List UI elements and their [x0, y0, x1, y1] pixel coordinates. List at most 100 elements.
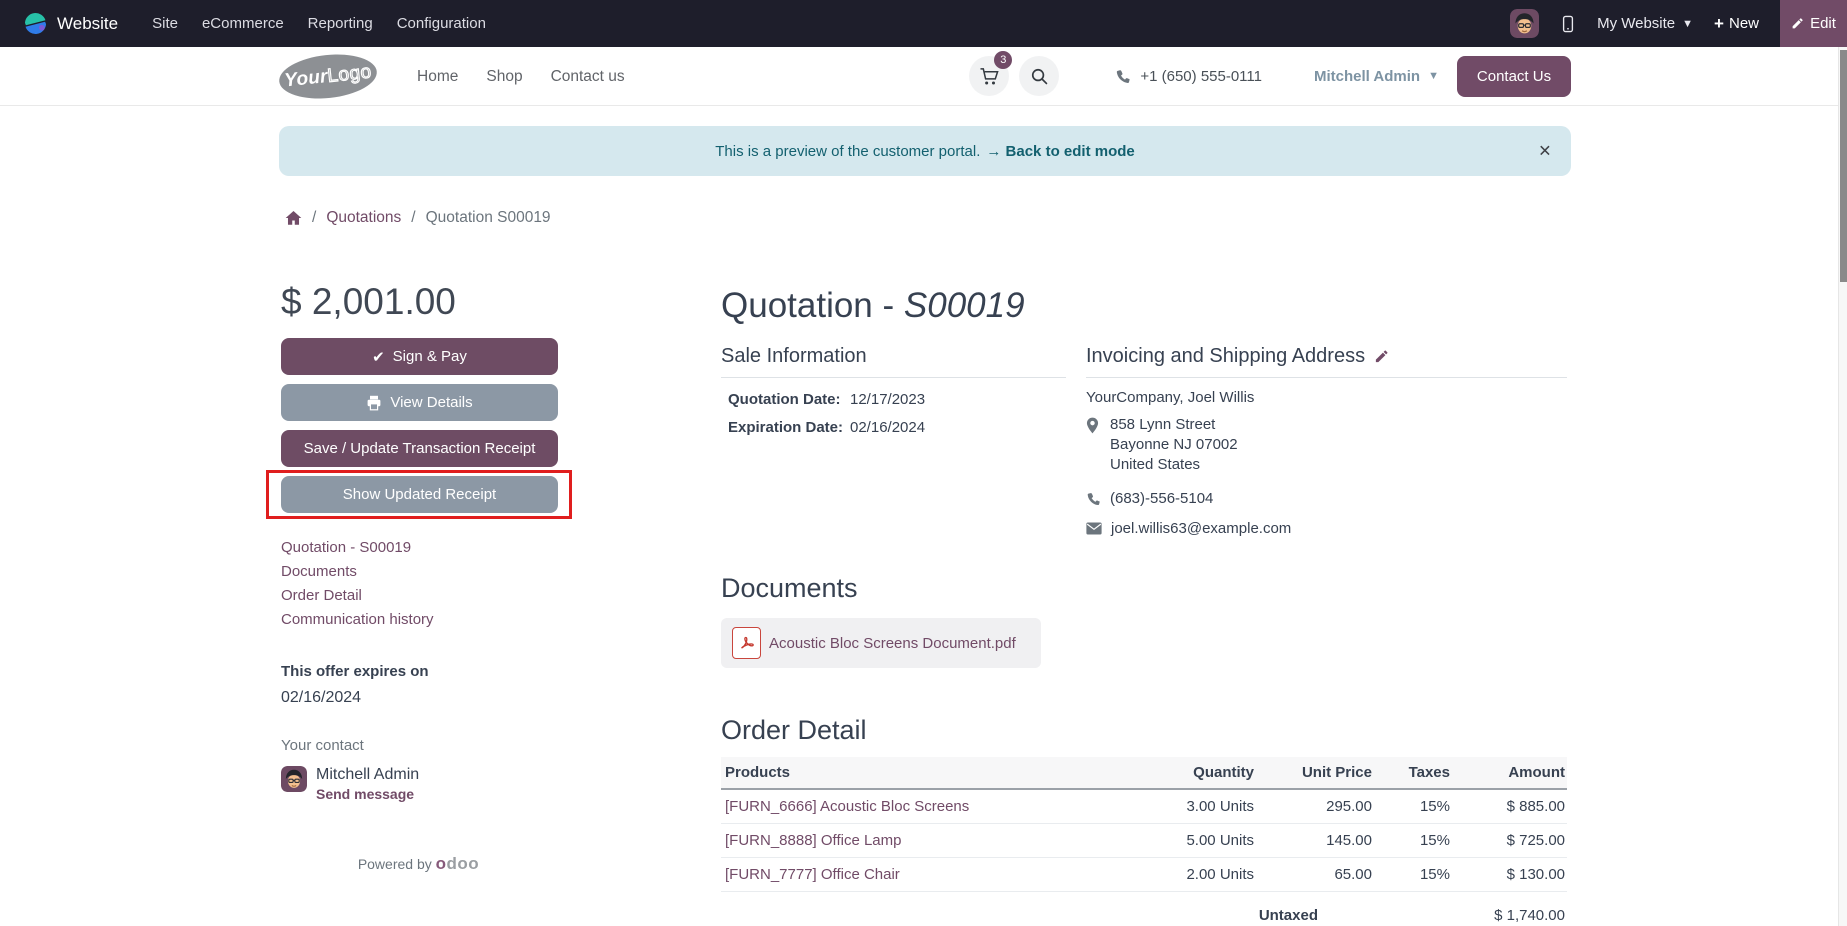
user-avatar[interactable] [1510, 9, 1540, 38]
logo-logo-text: Logo [326, 60, 373, 87]
scrollbar-thumb[interactable] [1840, 50, 1847, 282]
table-header-row: Products Quantity Unit Price Taxes Amoun… [721, 757, 1567, 790]
pencil-icon [1791, 17, 1804, 30]
odoo-logo[interactable]: odoo [436, 854, 480, 873]
product-link[interactable]: [FURN_7777] Office Chair [725, 866, 900, 883]
offer-expiry: This offer expires on 02/16/2024 [281, 663, 558, 707]
invoicing-shipping-heading: Invoicing and Shipping Address [1086, 345, 1366, 367]
quantity-cell: 5.00 Units [1171, 823, 1256, 858]
product-link[interactable]: [FURN_6666] Acoustic Bloc Screens [725, 798, 969, 815]
order-lines-table: Products Quantity Unit Price Taxes Amoun… [721, 757, 1567, 892]
close-icon[interactable]: × [1539, 141, 1551, 162]
quotation-total-amount: $ 2,001.00 [281, 281, 456, 322]
cart-button[interactable]: 3 [969, 51, 1013, 96]
sale-information-heading: Sale Information [721, 345, 1066, 378]
invoicing-shipping-section: Invoicing and Shipping Address YourCompa… [1086, 345, 1567, 537]
sign-and-pay-label: Sign & Pay [392, 348, 467, 365]
site-nav-links: Home Shop Contact us [403, 47, 639, 106]
view-details-label: View Details [390, 394, 473, 411]
chevron-down-icon: ▼ [1682, 17, 1694, 30]
new-button[interactable]: + New [1714, 14, 1759, 34]
page: Website Site eCommerce Reporting Configu… [0, 0, 1847, 926]
menu-reporting[interactable]: Reporting [296, 0, 385, 47]
address-country: United States [1110, 456, 1201, 473]
map-pin-icon [1086, 415, 1101, 475]
check-icon: ✔ [372, 348, 385, 366]
sign-and-pay-button[interactable]: ✔ Sign & Pay [281, 338, 558, 375]
amount-cell: $ 885.00 [1452, 789, 1567, 824]
sidebar-anchor-links: Quotation - S00019 Documents Order Detai… [281, 540, 558, 627]
top-menu: Site eCommerce Reporting Configuration [140, 0, 498, 47]
my-website-label: My Website [1597, 15, 1676, 32]
sidebar-link-quotation[interactable]: Quotation - S00019 [281, 540, 558, 555]
expiration-date-value: 02/16/2024 [850, 419, 926, 436]
site-logo[interactable]: Your Logo [277, 49, 379, 103]
save-update-transaction-receipt-button[interactable]: Save / Update Transaction Receipt [281, 430, 558, 467]
menu-ecommerce[interactable]: eCommerce [190, 0, 296, 47]
show-updated-receipt-button[interactable]: Show Updated Receipt [281, 476, 558, 513]
edit-address-pencil-icon[interactable] [1374, 349, 1389, 364]
edit-button[interactable]: Edit [1780, 0, 1847, 47]
sidebar-link-documents[interactable]: Documents [281, 564, 558, 579]
my-website-dropdown[interactable]: My Website ▼ [1597, 15, 1693, 32]
back-to-edit-mode-link[interactable]: → Back to edit mode [986, 143, 1134, 160]
menu-site[interactable]: Site [140, 0, 190, 47]
untaxed-amount-label: Untaxed Amount [1205, 907, 1318, 926]
menu-configuration[interactable]: Configuration [385, 0, 498, 47]
cart-count-badge: 3 [994, 51, 1013, 69]
breadcrumb-quotations[interactable]: Quotations [326, 209, 401, 227]
header-phone-number: +1 (650) 555-0111 [1140, 67, 1262, 85]
portal-preview-banner: This is a preview of the customer portal… [279, 126, 1571, 176]
sidebar-link-order-detail[interactable]: Order Detail [281, 588, 558, 603]
nav-shop[interactable]: Shop [472, 47, 536, 106]
save-update-receipt-label: Save / Update Transaction Receipt [303, 440, 536, 457]
mobile-preview-icon[interactable] [1560, 13, 1576, 35]
breadcrumb: / Quotations / Quotation S00019 [285, 209, 1847, 227]
website-app-brand[interactable]: Website [24, 12, 118, 35]
quotation-date-row: Quotation Date: 12/17/2023 [728, 391, 926, 408]
envelope-icon [1086, 522, 1102, 535]
table-row: [FURN_7777] Office Chair 2.00 Units 65.0… [721, 857, 1567, 892]
phone-icon [1086, 491, 1101, 506]
unit-price-cell: 295.00 [1256, 789, 1374, 824]
product-link[interactable]: [FURN_8888] Office Lamp [725, 832, 901, 849]
pdf-file-icon [732, 627, 761, 659]
quantity-cell: 3.00 Units [1171, 789, 1256, 824]
unit-price-cell: 65.00 [1256, 857, 1374, 892]
sidebar-link-communication-history[interactable]: Communication history [281, 612, 558, 627]
top-admin-bar: Website Site eCommerce Reporting Configu… [0, 0, 1847, 47]
document-file-name: Acoustic Bloc Screens Document.pdf [769, 634, 1016, 652]
powered-by: Powered by odoo [279, 854, 558, 874]
header-phone-link[interactable]: +1 (650) 555-0111 [1115, 68, 1262, 85]
untaxed-amount-row: Untaxed Amount $ 1,740.00 [721, 907, 1567, 926]
customer-email[interactable]: joel.willis63@example.com [1086, 520, 1567, 537]
breadcrumb-separator: / [312, 209, 317, 226]
your-contact-block: Your contact Mitchell Admin Send message [281, 737, 558, 802]
nav-contact-us[interactable]: Contact us [537, 47, 639, 106]
contact-us-button[interactable]: Contact Us [1457, 55, 1571, 97]
documents-heading: Documents [721, 573, 858, 603]
expiry-label: This offer expires on [281, 663, 429, 680]
col-taxes: Taxes [1374, 757, 1452, 790]
col-amount: Amount [1452, 757, 1567, 790]
search-button[interactable] [1019, 56, 1060, 96]
page-title: Quotation - S00019 [721, 286, 1025, 325]
amount-cell: $ 130.00 [1452, 857, 1567, 892]
customer-phone[interactable]: (683)-556-5104 [1086, 490, 1567, 507]
home-icon[interactable] [285, 210, 302, 226]
site-navbar: Your Logo Home Shop Contact us 3 +1 (650… [0, 47, 1847, 106]
quotation-date-value: 12/17/2023 [850, 391, 926, 408]
your-contact-label: Your contact [281, 737, 364, 754]
view-details-button[interactable]: View Details [281, 384, 558, 421]
nav-home[interactable]: Home [403, 47, 472, 106]
document-attachment[interactable]: Acoustic Bloc Screens Document.pdf [721, 618, 1041, 668]
col-unit-price: Unit Price [1256, 757, 1374, 790]
breadcrumb-current: Quotation S00019 [425, 209, 551, 226]
taxes-cell: 15% [1374, 789, 1452, 824]
portal-user-dropdown[interactable]: Mitchell Admin ▼ [1314, 68, 1439, 85]
order-detail-heading: Order Detail [721, 715, 867, 745]
powered-by-label: Powered by [357, 856, 432, 872]
send-message-link[interactable]: Send message [316, 786, 419, 802]
plus-icon: + [1714, 13, 1724, 33]
vertical-scrollbar[interactable] [1838, 47, 1847, 926]
